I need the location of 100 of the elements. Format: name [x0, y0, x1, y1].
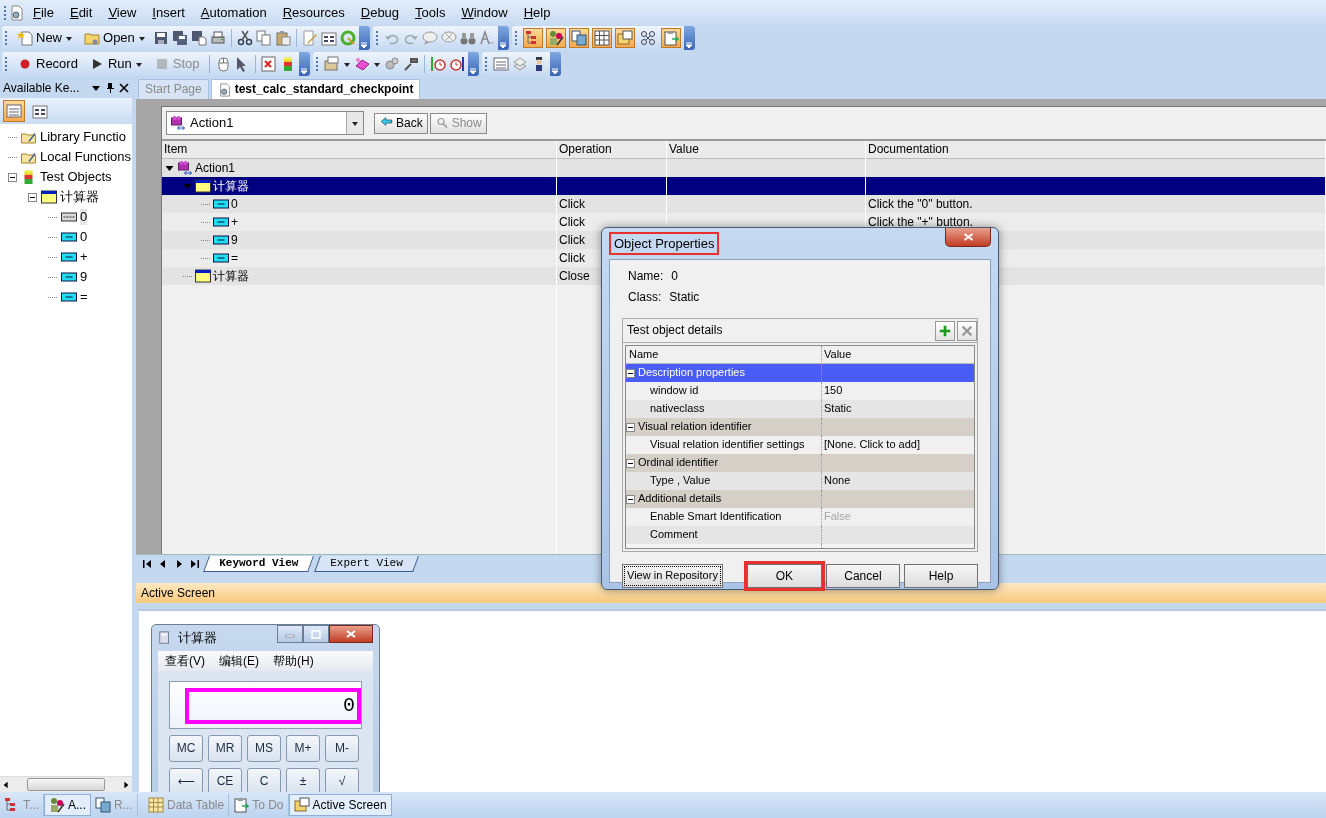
menu-item[interactable]: Insert	[144, 4, 193, 21]
view-toggle[interactable]	[3, 100, 25, 122]
collapse-icon[interactable]	[626, 458, 635, 468]
panel-tab[interactable]: A...	[44, 794, 92, 816]
view-tab[interactable]: Expert View	[314, 555, 419, 573]
menu-item[interactable]: 帮助(H)	[273, 653, 314, 669]
caret-icon[interactable]	[372, 60, 381, 68]
overflow-button[interactable]	[549, 52, 561, 76]
property-value[interactable]: None	[824, 474, 851, 487]
calculator-key[interactable]: MS	[247, 735, 281, 762]
collapse-icon[interactable]	[626, 494, 635, 504]
menu-item[interactable]: Resources	[274, 4, 353, 21]
column-header[interactable]: Name	[629, 347, 659, 362]
item-cell[interactable]: 计算器	[213, 178, 249, 194]
overflow-button[interactable]	[683, 26, 695, 50]
previous-icon[interactable]	[158, 559, 168, 569]
next-icon[interactable]	[174, 559, 184, 569]
calculator-key[interactable]: CE	[208, 768, 242, 792]
eraser-icon[interactable]	[353, 56, 370, 72]
collapse-icon[interactable]	[28, 192, 37, 202]
menu-item[interactable]: Window	[453, 4, 516, 21]
collapse-icon[interactable]	[626, 368, 635, 378]
menu-item[interactable]: Tools	[407, 4, 454, 21]
property-value[interactable]: Static	[824, 402, 852, 415]
clock-start-icon[interactable]	[429, 56, 446, 72]
item-cell[interactable]: =	[231, 250, 238, 266]
view-tab[interactable]: Keyword View	[203, 555, 315, 573]
add-button[interactable]	[935, 320, 955, 341]
tree-item[interactable]: 0	[80, 209, 88, 225]
dialog-button[interactable]: Cancel	[825, 564, 900, 588]
dialog-button[interactable]: Help	[903, 564, 978, 588]
scrollbar[interactable]	[0, 776, 132, 792]
printer-icon[interactable]	[209, 30, 226, 46]
toolbar-toggle[interactable]	[614, 28, 635, 48]
overflow-button[interactable]	[497, 26, 509, 50]
calculator-key[interactable]: M+	[286, 735, 320, 762]
minimize-button[interactable]	[277, 625, 303, 643]
item-cell[interactable]: 计算器	[213, 268, 249, 284]
menu-item[interactable]: File	[25, 4, 62, 21]
last-icon[interactable]	[190, 559, 200, 569]
overflow-button[interactable]	[298, 52, 310, 76]
tree-item[interactable]: Library Functio	[40, 129, 126, 145]
calculator-key[interactable]: ⟵	[169, 768, 203, 792]
toolbar-button[interactable]: New	[13, 28, 77, 48]
menu-item[interactable]: Edit	[61, 4, 101, 21]
pin-icon[interactable]	[105, 82, 115, 94]
tree-item[interactable]: 计算器	[60, 189, 99, 205]
toolbar-button[interactable]: Open	[80, 28, 150, 48]
calculator-key[interactable]: C	[247, 768, 281, 792]
item-cell[interactable]: +	[231, 214, 238, 230]
paste-icon[interactable]	[274, 30, 291, 46]
menu-item[interactable]: Debug	[352, 4, 408, 21]
document-tab[interactable]: test_calc_standard_checkpoint	[210, 79, 421, 99]
menu-item[interactable]: 查看(V)	[165, 653, 205, 669]
nav-button[interactable]: Back	[374, 112, 428, 134]
property-value[interactable]: 150	[824, 384, 843, 397]
calculator-key[interactable]: MC	[169, 735, 203, 762]
checklist-icon[interactable]	[260, 56, 277, 72]
tree-item[interactable]: 0	[80, 229, 88, 245]
floppy-document-icon[interactable]	[190, 30, 207, 46]
dialog-button[interactable]: View in Repository	[622, 564, 723, 588]
column-header[interactable]: Value	[824, 347, 852, 360]
floppy-disks-icon[interactable]	[171, 30, 188, 46]
group-row[interactable]: Ordinal identifier	[638, 456, 719, 470]
tree-item[interactable]: =	[80, 289, 88, 305]
close-icon[interactable]	[119, 83, 129, 93]
tree-item[interactable]: 9	[80, 269, 88, 285]
first-icon[interactable]	[142, 559, 152, 569]
property-value[interactable]: [None. Click to add]	[824, 438, 920, 451]
toolbar-button[interactable]: Record	[13, 54, 82, 74]
replace-icon[interactable]	[478, 30, 495, 46]
application-icon[interactable]	[9, 4, 25, 21]
column-header[interactable]: Item	[164, 142, 188, 157]
expand-arrow-icon[interactable]	[165, 164, 174, 172]
toolbar-toggle[interactable]	[568, 28, 589, 48]
tool-icon[interactable]	[402, 56, 419, 72]
calculator-key[interactable]: M-	[325, 735, 359, 762]
pane-tab[interactable]: Active Screen	[288, 794, 392, 816]
tree-item[interactable]: Test Objects	[40, 169, 112, 185]
close-button[interactable]	[329, 625, 373, 643]
toolbar-toggle[interactable]	[660, 28, 681, 48]
dialog-button[interactable]: OK	[746, 564, 822, 588]
maximize-button[interactable]	[303, 625, 329, 643]
calculator-key[interactable]: ±	[286, 768, 320, 792]
caret-icon[interactable]	[342, 60, 351, 68]
column-header[interactable]: Documentation	[868, 142, 949, 157]
tree-item[interactable]: Local Functions	[40, 149, 132, 165]
tree-item[interactable]: +	[80, 249, 88, 265]
item-cell[interactable]: Action1	[195, 160, 236, 176]
collapse-icon[interactable]	[8, 172, 17, 182]
group-row[interactable]: Additional details	[638, 492, 722, 506]
menu-item[interactable]: Automation	[192, 4, 275, 21]
remove-button[interactable]	[957, 320, 977, 341]
calculator-key[interactable]: MR	[208, 735, 242, 762]
binoculars-icon[interactable]	[459, 30, 476, 46]
toolbar-toggle[interactable]	[591, 28, 612, 48]
calculator-key[interactable]: √	[325, 768, 359, 792]
item-cell[interactable]: 0	[231, 196, 238, 212]
overflow-button[interactable]	[467, 52, 479, 76]
menu-item[interactable]: View	[100, 4, 145, 21]
